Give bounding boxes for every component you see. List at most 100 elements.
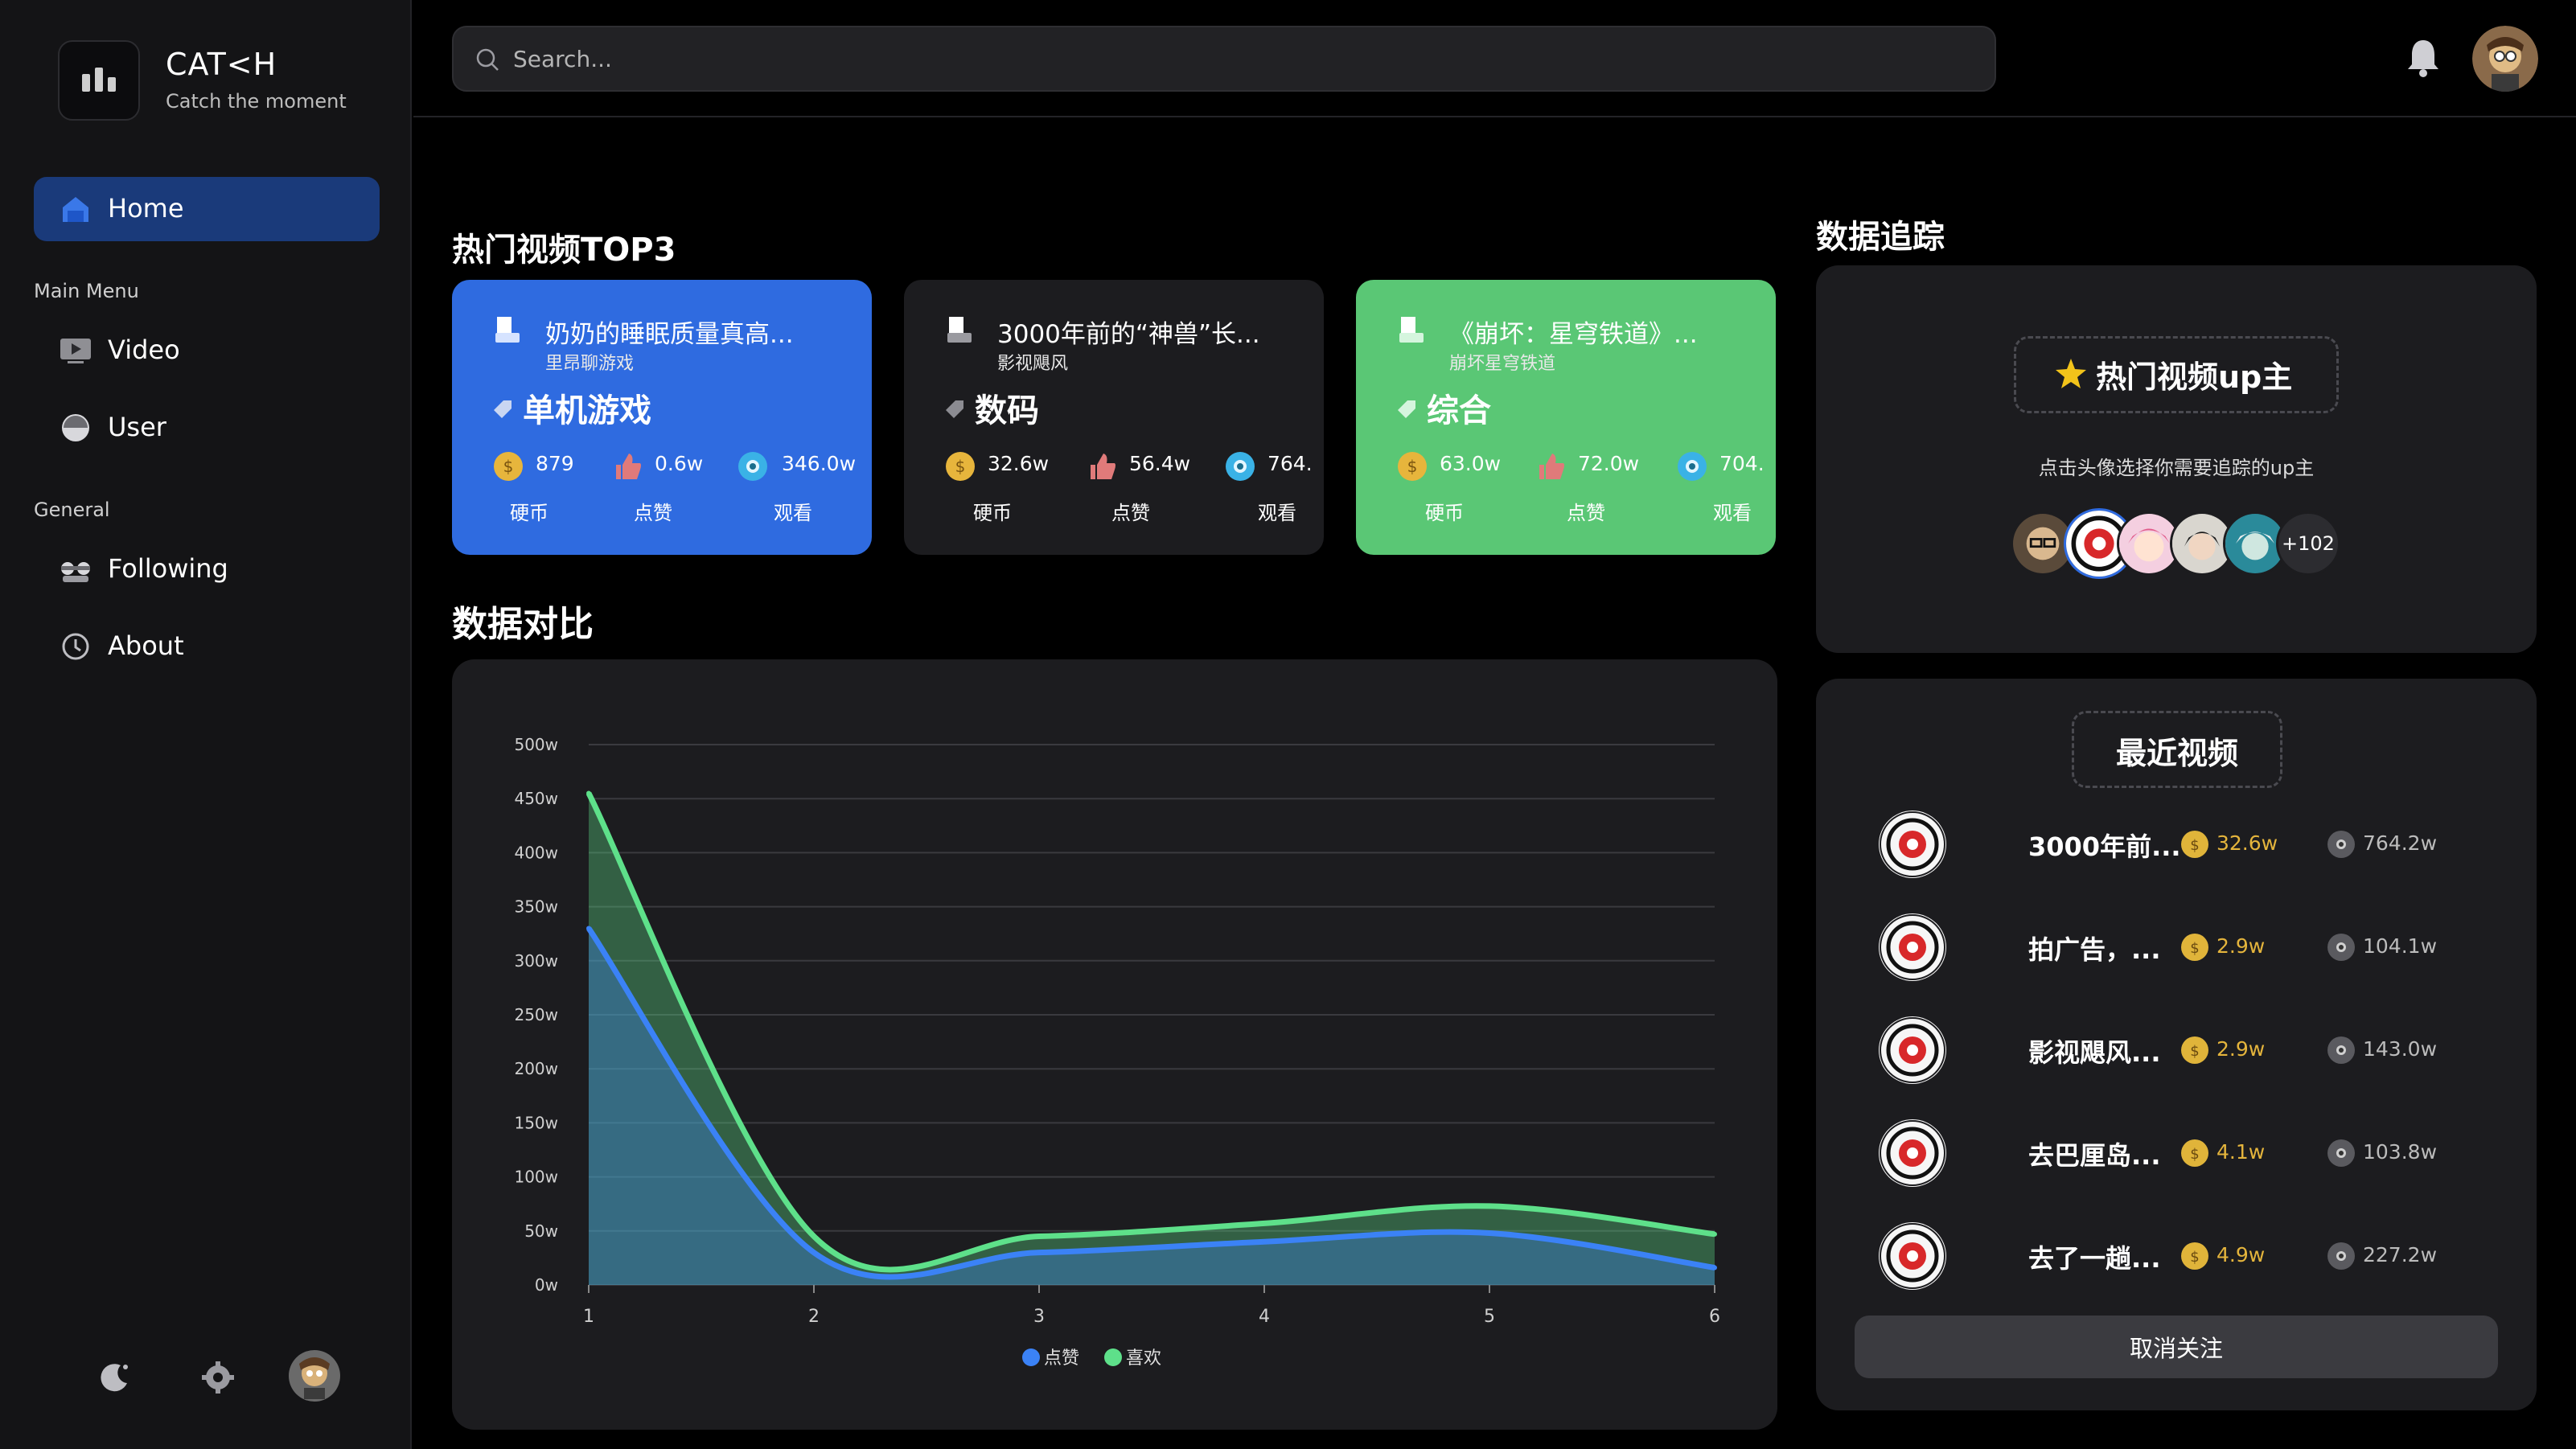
- video-thumbnail-icon: [1879, 913, 1946, 981]
- chart-point: [811, 1250, 816, 1255]
- svg-text:$: $: [2190, 1043, 2199, 1060]
- chart-point: [1712, 1231, 1717, 1237]
- video-title: 3000年前的“神兽”长...: [997, 320, 1260, 349]
- legend-label: 点赞: [1044, 1348, 1079, 1369]
- video-category: 单机游戏: [523, 392, 651, 429]
- like-icon: [1091, 454, 1115, 479]
- recent-video-coins: 4.1w: [2217, 1140, 2266, 1164]
- sidebar-item-following[interactable]: Following: [34, 537, 380, 601]
- video-category: 综合: [1427, 392, 1491, 429]
- header: [413, 0, 2576, 117]
- eye-icon: [2327, 1242, 2355, 1270]
- top-video-card[interactable]: 3000年前的“神兽”长... 影视飓风 数码 $ 32.6w 56.4w 76…: [904, 280, 1324, 555]
- eye-icon: [738, 452, 767, 481]
- more-uploaders-badge[interactable]: +102: [2276, 511, 2340, 576]
- likes-label: 点赞: [1567, 502, 1605, 524]
- sidebar-item-label: User: [108, 412, 166, 442]
- svg-text:$: $: [2190, 837, 2199, 854]
- recent-video-views: 104.1w: [2363, 934, 2438, 958]
- video-title: 《崩坏：星穹铁道》...: [1449, 320, 1698, 349]
- chart-point: [1487, 1203, 1492, 1209]
- video-author: 里昂聊游戏: [545, 354, 635, 374]
- chart-x-tick-label: 3: [1033, 1307, 1045, 1327]
- settings-icon[interactable]: [199, 1359, 236, 1396]
- sidebar-item-label: About: [108, 630, 184, 661]
- coins-label: 硬币: [973, 502, 1012, 524]
- hot-up-title: 热门视频up主: [2096, 359, 2293, 395]
- tv-icon: [947, 317, 972, 343]
- chart-y-tick-label: 150w: [514, 1113, 558, 1132]
- views-value: 346.0w: [782, 452, 857, 475]
- chart-y-tick-label: 200w: [514, 1059, 558, 1078]
- search-bar[interactable]: [452, 26, 1996, 92]
- top-video-card[interactable]: 《崩坏：星穹铁道》... 崩坏星穹铁道 综合 $ 63.0w 72.0w 704…: [1356, 280, 1776, 555]
- sidebar: CAT<H Catch the moment Home Main Menu Vi…: [0, 0, 412, 1449]
- recent-video-title: 拍广告，...: [2028, 934, 2161, 965]
- svg-text:$: $: [2190, 1146, 2199, 1163]
- coins-value: 879: [536, 452, 574, 475]
- eye-icon: [2327, 1139, 2355, 1167]
- chart-y-tick-label: 300w: [514, 951, 558, 971]
- likes-value: 72.0w: [1578, 452, 1640, 475]
- svg-text:$: $: [955, 457, 966, 476]
- recent-video-title: 3000年前...: [2028, 831, 2181, 862]
- chart-y-tick-label: 50w: [524, 1221, 558, 1241]
- app-tagline: Catch the moment: [166, 90, 347, 113]
- chart-point: [1037, 1250, 1041, 1255]
- recent-video-coins: 32.6w: [2217, 831, 2278, 855]
- eye-icon: [2327, 831, 2355, 858]
- legend-swatch: [1104, 1348, 1122, 1366]
- chart-x-tick-label: 4: [1259, 1307, 1270, 1327]
- top-video-card[interactable]: 奶奶的睡眠质量真高... 里昂聊游戏 单机游戏 $ 879 0.6w 346.0…: [452, 280, 872, 555]
- video-category: 数码: [975, 392, 1039, 429]
- chart-point: [1262, 1221, 1267, 1226]
- theme-toggle-icon[interactable]: [97, 1359, 134, 1396]
- sidebar-item-video[interactable]: Video: [34, 318, 380, 383]
- coins-value: 32.6w: [988, 452, 1050, 475]
- eye-icon: [2327, 1036, 2355, 1064]
- user-icon: [62, 414, 89, 441]
- tv-icon: [1399, 317, 1424, 343]
- search-input[interactable]: [512, 27, 1975, 90]
- likes-value: 56.4w: [1129, 452, 1191, 475]
- likes-label: 点赞: [634, 502, 672, 524]
- sidebar-item-user[interactable]: User: [34, 396, 380, 460]
- sidebar-item-about[interactable]: About: [34, 614, 380, 679]
- views-label: 观看: [774, 502, 812, 524]
- recent-video-views: 764.2w: [2363, 831, 2438, 855]
- compare-title: 数据对比: [452, 604, 594, 645]
- about-icon: [62, 633, 89, 660]
- sidebar-item-home[interactable]: Home: [34, 177, 380, 241]
- coin-icon: $: [1398, 452, 1427, 481]
- tracking-hint: 点击头像选择你需要追踪的up主: [2038, 457, 2315, 479]
- eye-icon: [1226, 452, 1255, 481]
- avatar[interactable]: [288, 1349, 341, 1402]
- chart-y-tick-label: 500w: [514, 735, 558, 754]
- chart-y-tick-label: 400w: [514, 843, 558, 862]
- app-name: CAT<H: [166, 47, 277, 82]
- search-icon: [476, 48, 499, 71]
- chart-point: [1712, 1265, 1717, 1270]
- coin-icon: $: [2181, 1036, 2208, 1064]
- like-icon: [616, 454, 641, 479]
- tv-icon: [495, 317, 520, 343]
- video-author: 崩坏星穹铁道: [1449, 354, 1556, 374]
- eye-icon: [2327, 934, 2355, 961]
- comparison-chart: 0w 50w 100w 150w 200w 250w 300w 350w 400w 450w 500…: [452, 659, 1777, 1430]
- comparison-chart-svg: 0w 50w 100w 150w 200w 250w 300w 350w 400w 450w 500…: [514, 735, 1720, 1369]
- avatar[interactable]: [2472, 26, 2538, 92]
- views-value: 764.: [1267, 452, 1313, 475]
- top3-title: 热门视频TOP3: [452, 232, 676, 269]
- chart-point: [1487, 1230, 1492, 1236]
- bell-icon[interactable]: [2405, 37, 2442, 79]
- likes-value: 0.6w: [655, 452, 704, 475]
- chart-point: [1262, 1239, 1267, 1245]
- tracking-title: 数据追踪: [1816, 219, 1945, 256]
- coins-label: 硬币: [1425, 502, 1464, 524]
- logo-icon: [58, 40, 140, 121]
- unfollow-button[interactable]: 取消关注: [1855, 1316, 2498, 1378]
- tag-icon: [494, 400, 512, 418]
- tag-icon: [946, 400, 963, 418]
- views-label: 观看: [1258, 502, 1296, 524]
- recent-video-coins: 2.9w: [2217, 934, 2266, 958]
